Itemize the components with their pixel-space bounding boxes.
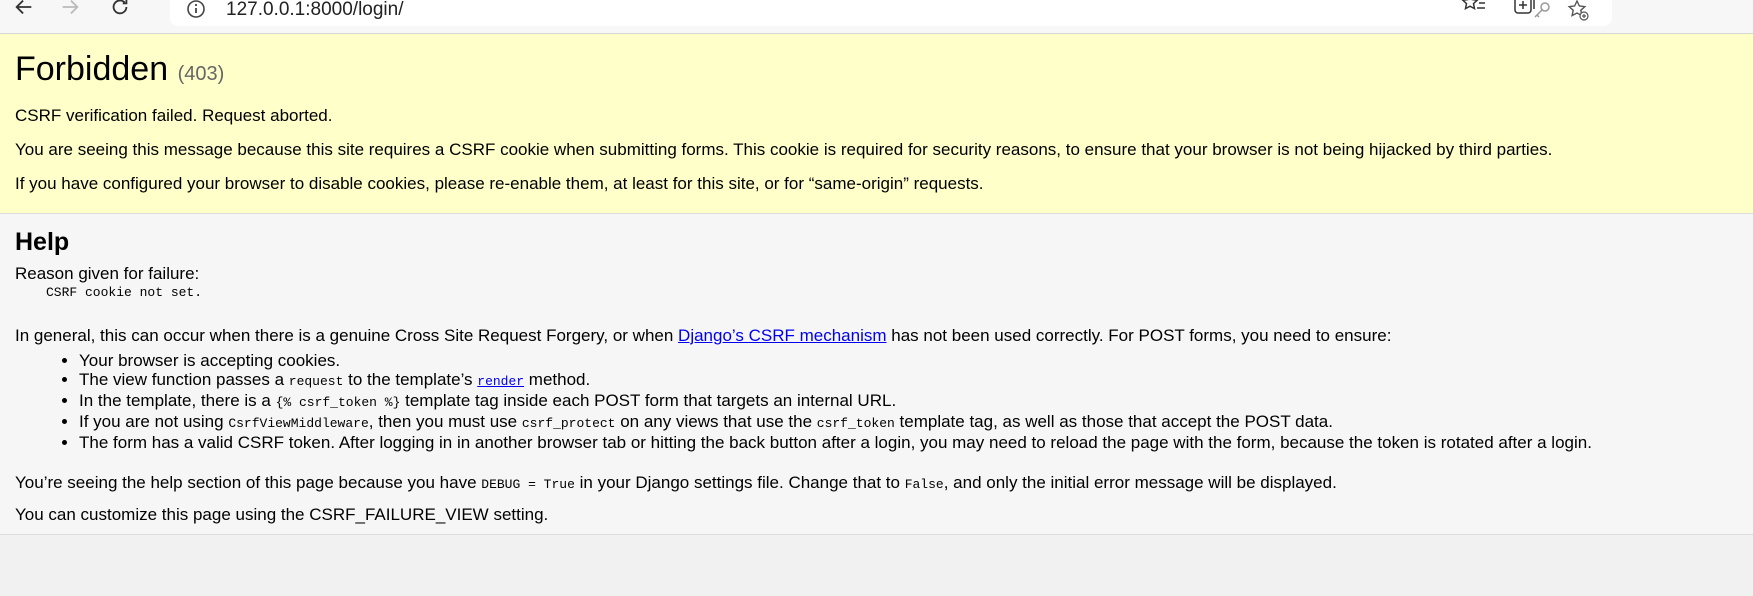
customize-note: You can customize this page using the CS…: [15, 505, 549, 524]
add-favorite-icon[interactable]: [1567, 0, 1589, 21]
code-snippet: csrf_protect: [521, 416, 616, 431]
debug-text: , and only the initial error message wil…: [943, 473, 1337, 492]
code-snippet: {% csrf_token %}: [275, 395, 401, 410]
item-text: , then you must use: [368, 412, 522, 431]
error-summary: Forbidden (403) CSRF verification failed…: [0, 34, 1753, 214]
page-title: Forbidden (403): [15, 48, 1738, 95]
url-text[interactable]: 127.0.0.1:8000/login/: [226, 0, 404, 21]
render-docs-link[interactable]: render: [477, 370, 524, 389]
list-item: The view function passes a request to th…: [79, 370, 1738, 391]
debug-text: You’re seeing the help section of this p…: [15, 473, 482, 492]
code-snippet: CsrfViewMiddleware: [228, 416, 369, 431]
status-code: (403): [177, 63, 225, 85]
item-text: The form has a valid CSRF token. After l…: [79, 433, 1592, 452]
item-text: template tag inside each POST form that …: [400, 391, 897, 410]
item-text: template tag, as well as those that acce…: [894, 412, 1333, 431]
address-bar[interactable]: 127.0.0.1:8000/login/: [170, 0, 1612, 26]
code-snippet: request: [288, 374, 344, 389]
general-explanation: In general, this can occur when there is…: [15, 325, 1738, 347]
cookie-hint: If you have configured your browser to d…: [15, 174, 984, 193]
item-text: The view function passes a: [79, 370, 289, 389]
refresh-icon[interactable]: [104, 0, 136, 23]
code-snippet: csrf_token: [816, 416, 895, 431]
debug-note: You’re seeing the help section of this p…: [15, 472, 1738, 496]
list-item: The form has a valid CSRF token. After l…: [79, 433, 1738, 452]
error-message: CSRF verification failed. Request aborte…: [15, 106, 333, 125]
error-explanation: You are seeing this message because this…: [15, 140, 1553, 159]
list-item: If you are not using CsrfViewMiddleware,…: [79, 412, 1738, 433]
item-text: If you are not using: [79, 412, 229, 431]
code-snippet[interactable]: render: [477, 374, 524, 389]
item-text: to the template’s: [343, 370, 478, 389]
code-snippet: False: [904, 477, 944, 492]
back-arrow-icon[interactable]: [8, 0, 40, 23]
list-item: Your browser is accepting cookies.: [79, 351, 1738, 370]
debug-text: in your Django settings file. Change tha…: [574, 473, 905, 492]
item-text: Your browser is accepting cookies.: [79, 351, 341, 370]
reason-label: Reason given for failure:: [15, 264, 200, 283]
collections-icon[interactable]: [1509, 0, 1537, 19]
reason-value: CSRF cookie not set.: [46, 285, 203, 300]
code-snippet: DEBUG = True: [481, 477, 575, 492]
item-text: method.: [524, 370, 591, 389]
browser-toolbar: 127.0.0.1:8000/login/: [0, 0, 1753, 34]
item-text: on any views that use the: [615, 412, 817, 431]
item-text: In the template, there is a: [79, 391, 276, 410]
general-text-after: has not been used correctly. For POST fo…: [886, 326, 1392, 345]
forward-arrow-icon[interactable]: [54, 0, 86, 23]
help-heading: Help: [15, 228, 70, 256]
title-text: Forbidden: [15, 50, 169, 88]
requirements-list: Your browser is accepting cookies. The v…: [15, 351, 1738, 452]
site-info-icon[interactable]: [186, 0, 206, 19]
list-item: In the template, there is a {% csrf_toke…: [79, 391, 1738, 412]
general-text-before: In general, this can occur when there is…: [15, 326, 679, 345]
help-section: Help Reason given for failure: CSRF cook…: [0, 214, 1753, 535]
csrf-docs-link[interactable]: Django’s CSRF mechanism: [678, 326, 886, 345]
favorites-icon[interactable]: [1460, 0, 1488, 19]
